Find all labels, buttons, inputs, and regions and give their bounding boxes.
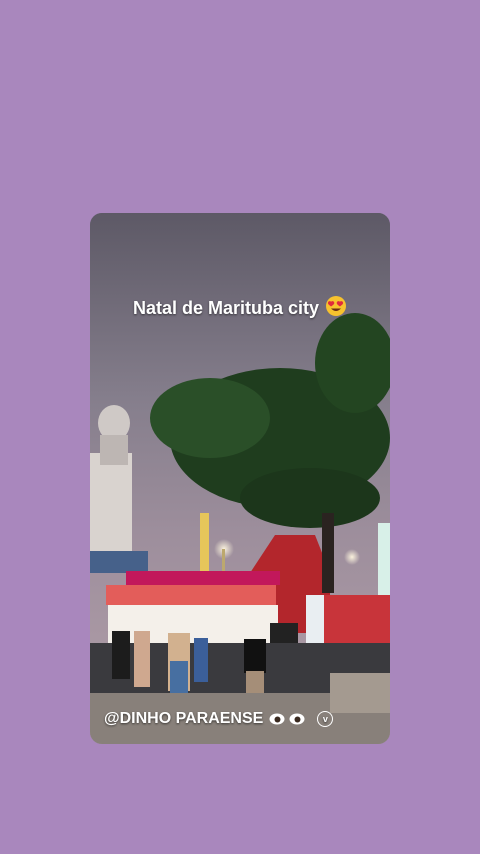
caption-text: Natal de Marituba city <box>132 298 320 318</box>
night-christmas-photo <box>90 213 390 744</box>
creator-handle[interactable]: @DINHO PARAENSE v <box>104 710 334 728</box>
heart-eyes-emoji-icon <box>325 295 347 322</box>
verified-badge-icon: v <box>317 711 334 727</box>
handle-text: @DINHO PARAENSE <box>104 710 264 727</box>
eyes-icon <box>269 713 305 725</box>
story-caption: Natal de Marituba city <box>90 295 390 322</box>
story-card[interactable]: Natal de Marituba city @DINHO PARAENSE v <box>90 213 390 744</box>
